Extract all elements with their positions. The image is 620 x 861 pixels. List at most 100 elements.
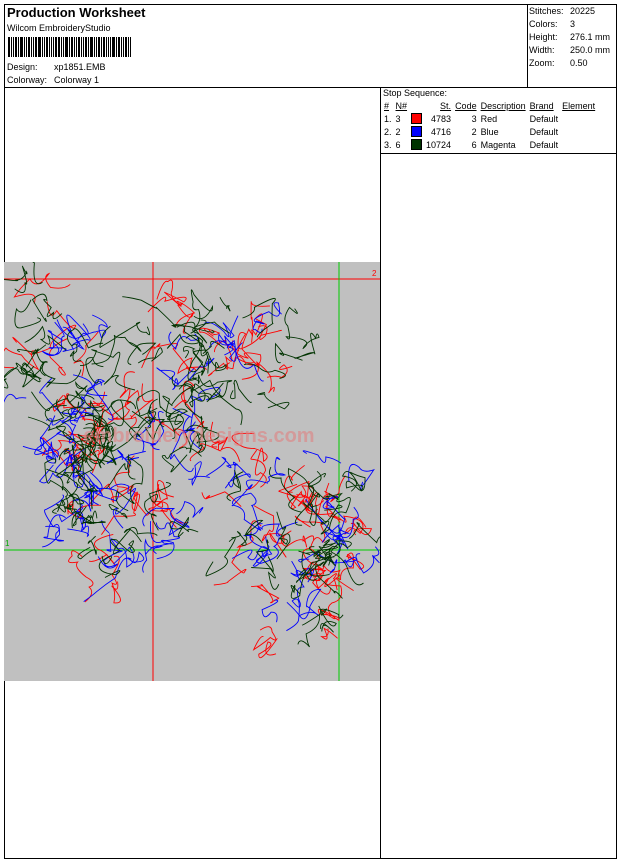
col-code: Code (455, 101, 477, 111)
col-brand: Brand (529, 101, 554, 111)
stitch-path (111, 389, 140, 420)
cell-index: 3. (384, 139, 392, 150)
stitch-path (91, 334, 138, 365)
stitch-path (4, 393, 27, 403)
cell-needle: 2 (395, 126, 401, 137)
barcode (8, 37, 132, 57)
stitch-path (129, 383, 153, 429)
stitch-path (4, 365, 35, 389)
cell-brand: Default (529, 113, 559, 124)
stitch-path (141, 343, 191, 372)
cell-stitches: 4783 (431, 113, 452, 124)
cell-needle: 3 (395, 113, 401, 124)
axis-label-2: 2 (372, 269, 377, 278)
cell-element (560, 112, 597, 125)
col-element: Element (562, 101, 596, 111)
stops-bottom-divider (380, 153, 617, 154)
stitch-path (290, 573, 313, 599)
cell-color (409, 112, 424, 125)
table-row: 1. 3 4783 3 Red Default (382, 112, 597, 125)
stitch-path (287, 467, 326, 498)
stat-value: 250.0 mm (570, 45, 611, 55)
stat-value: 0.50 (570, 58, 588, 68)
stitch-path (219, 296, 231, 312)
stitch-path (39, 361, 82, 388)
stitch-path (31, 293, 63, 322)
page-title: Production Worksheet (7, 5, 146, 20)
cell-code: 3 (471, 113, 477, 124)
embroidery-preview: embroiderydesigns.com (4, 262, 380, 681)
stops-divider (380, 87, 381, 859)
stitch-path (302, 450, 342, 464)
stitch-path (213, 520, 262, 586)
cell-needle: 6 (395, 139, 401, 150)
cell-index: 2. (384, 126, 392, 137)
cell-stitches: 10724 (426, 139, 452, 150)
stat-width: Width: 250.0 mm (529, 45, 610, 55)
stats-divider (527, 4, 528, 88)
stitch-path (352, 516, 373, 536)
stat-value: 276.1 mm (570, 32, 611, 42)
stat-label: Zoom: (529, 58, 555, 68)
colorway-label: Colorway: (7, 75, 48, 85)
cell-description: Red (480, 113, 498, 124)
cell-element (560, 125, 597, 138)
stat-value: 3 (570, 19, 576, 29)
cell-index: 1. (384, 113, 392, 124)
stitch-path (252, 626, 277, 651)
cell-description: Blue (480, 126, 499, 137)
stitch-path (230, 379, 252, 403)
stitch-path (258, 638, 278, 659)
colorway-value: Colorway 1 (54, 75, 100, 85)
stitch-path (278, 483, 325, 512)
stitch-path (32, 344, 48, 377)
stitch-path (320, 627, 338, 640)
stitch-path (297, 613, 320, 648)
stitch-path (101, 491, 138, 535)
stat-height: Height: 276.1 mm (529, 32, 610, 42)
stat-label: Height: (529, 32, 558, 42)
stitch-path (284, 306, 308, 350)
stitch-path (88, 483, 134, 506)
stop-sequence-table: # N# St. Code Description Brand Element … (382, 100, 597, 151)
design-row: Design: xp1851.EMB (7, 62, 106, 72)
stitch-path (89, 480, 120, 506)
table-row: 2. 2 4716 2 Blue Default (382, 125, 597, 138)
axis-label-1: 1 (5, 539, 10, 548)
stitch-path (123, 527, 158, 543)
stitch-path (266, 364, 293, 379)
stitch-path (268, 466, 303, 513)
stitch-path (204, 315, 239, 339)
colorway-row: Colorway: Colorway 1 (7, 75, 99, 85)
cell-color (409, 138, 424, 151)
stitch-path (205, 537, 236, 577)
stitch-path (188, 461, 210, 487)
stitch-path (19, 362, 42, 388)
cell-brand: Default (529, 139, 559, 150)
stitch-path (294, 332, 320, 359)
col-color (409, 100, 424, 112)
cell-code: 2 (471, 126, 477, 137)
stitch-path (148, 483, 174, 512)
stitch-path (80, 349, 136, 391)
table-row: 3. 6 10724 6 Magenta Default (382, 138, 597, 151)
stat-colors: Colors: 3 (529, 19, 575, 29)
stop-sequence-title: Stop Sequence: (383, 88, 448, 98)
stat-label: Width: (529, 45, 555, 55)
table-header-row: # N# St. Code Description Brand Element (382, 100, 597, 112)
watermark-text: embroiderydesigns.com (83, 425, 314, 447)
stitch-path (341, 471, 366, 492)
stat-label: Colors: (529, 19, 558, 29)
cell-brand: Default (529, 126, 559, 137)
stat-stitches: Stitches: 20225 (529, 6, 595, 16)
stitch-path (206, 456, 238, 488)
stitch-path (142, 507, 190, 537)
col-needle: N# (395, 101, 408, 111)
stat-value: 20225 (570, 6, 596, 16)
cell-description: Magenta (480, 139, 516, 150)
design-label: Design: (7, 62, 38, 72)
stitch-path (261, 599, 279, 623)
color-swatch (411, 113, 423, 125)
stitch-path (231, 519, 264, 546)
header-divider (4, 87, 617, 88)
